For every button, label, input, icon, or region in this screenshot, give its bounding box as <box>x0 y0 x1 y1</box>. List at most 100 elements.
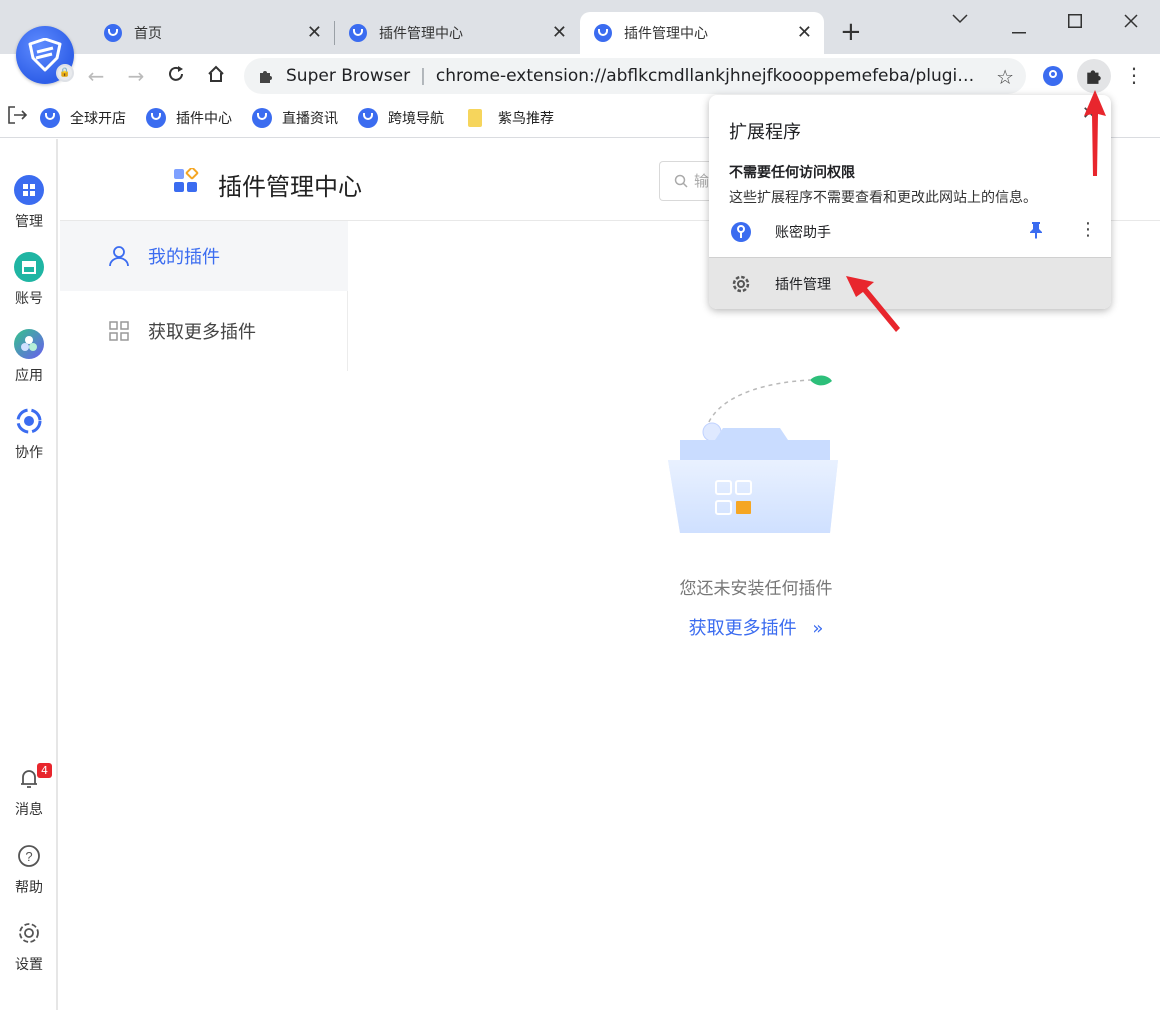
exit-icon[interactable] <box>6 105 30 130</box>
app-logo-icon <box>40 107 60 128</box>
close-icon[interactable]: ✕ <box>552 23 567 43</box>
help-icon: ? <box>14 841 44 871</box>
extension-puzzle-icon <box>260 71 272 83</box>
subnav-my-plugins[interactable]: 我的插件 <box>60 221 348 291</box>
sidebar-item-settings[interactable]: 设置 <box>0 918 58 974</box>
bookmark-label: 插件中心 <box>176 110 232 127</box>
forward-button[interactable]: → <box>124 64 148 88</box>
bookmark-ziniao-recommend[interactable]: 紫鸟推荐 <box>464 108 554 128</box>
minimize-button[interactable] <box>1012 18 1026 39</box>
back-button[interactable]: ← <box>84 64 108 88</box>
popup-title: 扩展程序 <box>729 122 801 143</box>
tab-plugin-center-active[interactable]: 插件管理中心 ✕ <box>580 12 824 54</box>
apps-icon <box>14 329 44 359</box>
manage-extensions-label: 插件管理 <box>775 276 831 293</box>
grid-outline-icon <box>109 321 129 341</box>
gear-icon <box>731 274 751 294</box>
maximize-button[interactable] <box>1068 12 1082 33</box>
new-tab-button[interactable]: + <box>840 19 862 45</box>
get-more-plugins-label: 获取更多插件 <box>688 618 797 639</box>
extension-more-icon[interactable]: ⋮ <box>1079 219 1097 240</box>
extensions-popup: 扩展程序 ✕ 不需要任何访问权限 这些扩展程序不需要查看和更改此网站上的信息。 … <box>709 95 1111 309</box>
sidebar-label: 账号 <box>15 291 43 307</box>
close-icon[interactable]: ✕ <box>307 23 322 43</box>
tab-plugin-center[interactable]: 插件管理中心 ✕ <box>335 12 579 54</box>
app-sidebar: 管理 账号 应用 协作 4 消息 ? 帮助 设置 <box>0 139 58 1010</box>
app-logo-icon <box>349 24 367 42</box>
bookmark-label: 全球开店 <box>70 110 126 127</box>
sidebar-item-messages[interactable]: 4 消息 <box>0 763 58 819</box>
sidebar-label: 消息 <box>15 802 43 818</box>
store-icon <box>14 252 44 282</box>
collab-icon <box>14 406 44 436</box>
manage-extensions-item[interactable]: 插件管理 <box>709 257 1111 309</box>
url-text: chrome-extension://abflkcmdllankjhnejfko… <box>435 66 976 86</box>
sidebar-label: 协作 <box>15 445 43 461</box>
empty-message: 您还未安装任何插件 <box>679 579 833 599</box>
bookmark-star-icon[interactable]: ☆ <box>996 65 1014 89</box>
browser-menu-icon[interactable]: ⋮ <box>1124 63 1144 87</box>
subnav-label: 获取更多插件 <box>148 322 256 343</box>
sidebar-label: 设置 <box>15 957 43 973</box>
bookmark-live-news[interactable]: 直播资讯 <box>252 107 338 128</box>
home-button[interactable] <box>204 64 228 88</box>
sidebar-item-manage[interactable]: 管理 <box>0 175 58 231</box>
sidebar-item-help[interactable]: ? 帮助 <box>0 841 58 897</box>
plugin-subnav: 我的插件 获取更多插件 <box>60 221 348 371</box>
sidebar-item-account[interactable]: 账号 <box>0 252 58 308</box>
bookmark-label: 跨境导航 <box>388 110 444 127</box>
double-chevron-right-icon: » <box>812 618 824 639</box>
extension-name: 账密助手 <box>775 225 831 241</box>
svg-text:?: ? <box>25 849 32 864</box>
gear-icon <box>14 918 44 948</box>
plugin-center-icon <box>174 168 199 192</box>
separator: | <box>420 66 426 86</box>
folder-icon <box>468 108 482 127</box>
pin-icon[interactable] <box>1029 221 1043 243</box>
get-more-plugins-link[interactable]: 获取更多插件 » <box>350 614 1160 640</box>
app-logo-icon[interactable]: 🔒 <box>16 26 74 84</box>
subnav-get-more-plugins[interactable]: 获取更多插件 <box>60 296 348 366</box>
extension-puzzle-icon <box>1087 70 1101 84</box>
sidebar-item-apps[interactable]: 应用 <box>0 329 58 385</box>
tab-label: 首页 <box>134 26 162 42</box>
extensions-button[interactable] <box>1077 59 1111 93</box>
extension-item-password-helper[interactable]: 账密助手 ⋮ <box>709 207 1111 257</box>
close-icon[interactable]: ✕ <box>1082 103 1097 124</box>
bookmark-plugin-center[interactable]: 插件中心 <box>146 107 232 128</box>
bookmark-cross-border-nav[interactable]: 跨境导航 <box>358 107 444 128</box>
site-name: Super Browser <box>286 66 411 86</box>
app-logo-icon <box>594 24 612 42</box>
app-logo-icon <box>146 107 166 128</box>
bookmark-label: 紫鸟推荐 <box>498 110 554 127</box>
app-logo-icon <box>104 24 122 42</box>
tab-label: 插件管理中心 <box>624 26 708 42</box>
page-title: 插件管理中心 <box>218 173 362 201</box>
bookmark-label: 直播资讯 <box>282 110 338 127</box>
app-logo-icon <box>252 107 272 128</box>
sidebar-item-collab[interactable]: 协作 <box>0 406 58 462</box>
search-placeholder: 输 <box>694 172 710 190</box>
lock-icon: 🔒 <box>56 64 74 82</box>
address-bar[interactable]: Super Browser | chrome-extension://abflk… <box>244 58 1026 94</box>
subnav-label: 我的插件 <box>148 247 220 268</box>
empty-folder-illustration <box>668 375 838 533</box>
reload-button[interactable] <box>164 64 188 88</box>
sidebar-label: 应用 <box>15 368 43 384</box>
unread-badge: 4 <box>37 763 52 778</box>
app-logo-icon <box>358 107 378 128</box>
tab-label: 插件管理中心 <box>379 26 463 42</box>
sidebar-label: 管理 <box>15 214 43 230</box>
key-icon <box>731 222 751 242</box>
sidebar-label: 帮助 <box>15 880 43 896</box>
window-close-button[interactable] <box>1124 12 1138 33</box>
close-icon[interactable]: ✕ <box>797 23 812 43</box>
password-manager-extension-icon[interactable] <box>1043 66 1063 86</box>
grid-icon <box>14 175 44 205</box>
tab-strip: 首页 ✕ 插件管理中心 ✕ 插件管理中心 ✕ + <box>0 0 1160 54</box>
tab-search-icon[interactable] <box>952 8 968 29</box>
bookmark-global-store[interactable]: 全球开店 <box>40 107 126 128</box>
tab-home[interactable]: 首页 ✕ <box>90 12 334 54</box>
popup-section-heading: 不需要任何访问权限 <box>729 165 855 181</box>
popup-section-description: 这些扩展程序不需要查看和更改此网站上的信息。 <box>729 190 1037 206</box>
